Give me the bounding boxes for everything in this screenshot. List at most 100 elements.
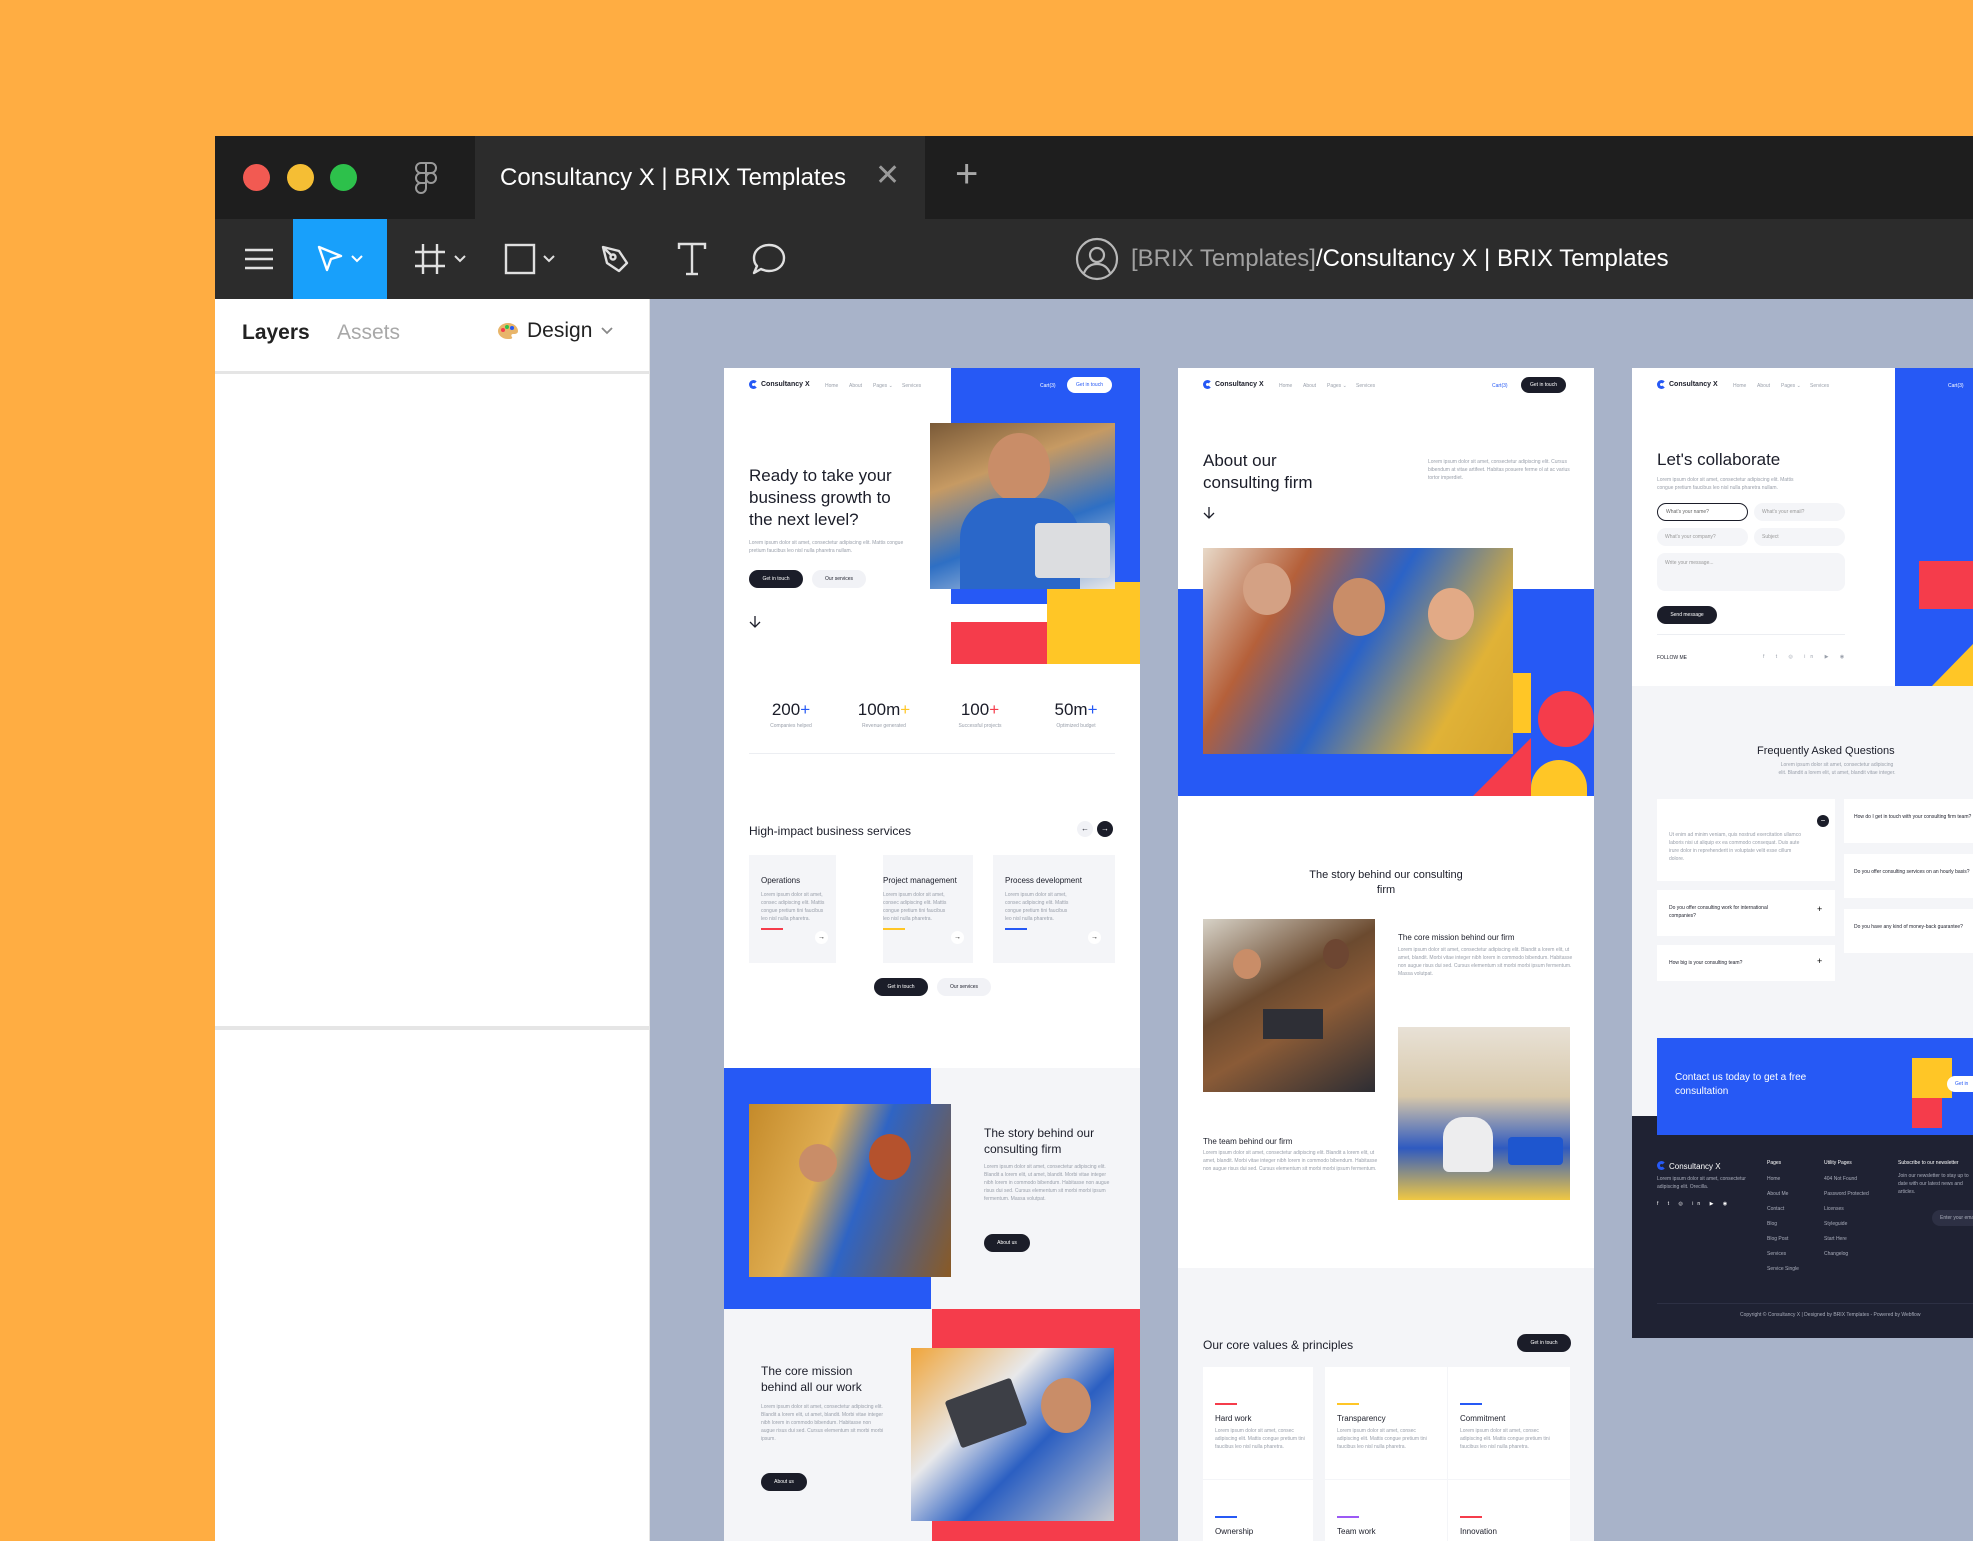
footer-link[interactable]: Contact [1767, 1206, 1827, 1221]
service-arrow-button[interactable]: → [815, 931, 828, 944]
nav-home[interactable]: Home [1279, 383, 1292, 389]
footer-link[interactable]: Services [1767, 1251, 1827, 1266]
avatar-icon[interactable] [1075, 237, 1119, 281]
close-window-button[interactable] [243, 164, 270, 191]
file-tab-title: Consultancy X | BRIX Templates [500, 164, 846, 191]
cta-banner: Contact us today to get a free consultat… [1657, 1038, 1973, 1135]
service-arrow-button[interactable]: → [1088, 931, 1101, 944]
services-secondary-button[interactable]: Our services [937, 978, 991, 996]
main-menu-button[interactable] [229, 219, 289, 299]
next-arrow-button[interactable]: → [1097, 821, 1113, 837]
faq-item[interactable]: Do you offer consulting services on an h… [1844, 854, 1973, 898]
footer-link[interactable]: Styleguide [1824, 1221, 1889, 1236]
services-primary-button[interactable]: Get in touch [874, 978, 928, 996]
expand-icon[interactable]: + [1817, 904, 1822, 914]
name-field[interactable]: What's your name? [1657, 503, 1748, 521]
company-field[interactable]: What's your company? [1657, 528, 1748, 546]
nav-about[interactable]: About [1757, 383, 1770, 389]
nav-about[interactable]: About [1303, 383, 1316, 389]
nav-home[interactable]: Home [1733, 383, 1746, 389]
nav-pages[interactable]: Pages ⌄ [873, 383, 893, 389]
nav-services[interactable]: Services [902, 383, 921, 389]
footer-link[interactable]: Password Protected [1824, 1191, 1889, 1206]
breadcrumb-team[interactable]: [BRIX Templates] [1131, 245, 1316, 272]
photo-sofa [1508, 1137, 1563, 1165]
footer-utility-list: 404 Not Found Password Protected License… [1824, 1176, 1889, 1266]
footer-social-icons[interactable]: f t ◎ in ▶ ◉ [1657, 1201, 1731, 1207]
frame-home[interactable]: Consultancy X Home About Pages ⌄ Service… [724, 368, 1140, 1541]
pen-tool-button[interactable] [585, 219, 645, 299]
footer-link[interactable]: Blog Post [1767, 1236, 1827, 1251]
newsletter-email-input[interactable]: Enter your email [1932, 1210, 1973, 1226]
service-card-text: Lorem ipsum dolor sit amet, consec adipi… [761, 892, 825, 922]
nav-about[interactable]: About [849, 383, 862, 389]
subject-select[interactable]: Subject [1754, 528, 1845, 546]
values-cta-button[interactable]: Get in touch [1517, 1334, 1571, 1352]
service-card[interactable]: Operations Lorem ipsum dolor sit amet, c… [749, 855, 836, 963]
nav-cart[interactable]: Cart(3) [1948, 383, 1964, 389]
footer-link[interactable]: 404 Not Found [1824, 1176, 1889, 1191]
mission-photo-laptop [944, 1377, 1028, 1449]
nav-cta-button[interactable]: Get in touch [1521, 377, 1566, 393]
text-tool-button[interactable] [662, 219, 722, 299]
footer-link[interactable]: Service Single [1767, 1266, 1827, 1281]
prev-arrow-button[interactable]: ← [1077, 821, 1093, 837]
nav-cta-button[interactable]: Get in touch [1067, 377, 1112, 393]
message-field[interactable]: Write your message... [1657, 553, 1845, 591]
send-message-button[interactable]: Send message [1657, 606, 1717, 624]
faq-item[interactable]: Do you offer consulting work for interna… [1657, 890, 1835, 936]
faq-item-open[interactable]: − Ut enim ad minim veniam, quis nostrud … [1657, 799, 1835, 881]
figma-logo-icon[interactable] [415, 162, 437, 194]
story-photo-face [799, 1144, 837, 1182]
footer-link[interactable]: Licenses [1824, 1206, 1889, 1221]
nav-services[interactable]: Services [1810, 383, 1829, 389]
faq-item[interactable]: How do I get in touch with your consulti… [1844, 799, 1973, 843]
nav-home[interactable]: Home [825, 383, 838, 389]
cta-button[interactable]: Get in [1947, 1076, 1973, 1092]
new-tab-button[interactable]: + [955, 152, 978, 197]
frame-contact[interactable]: Consultancy X Home About Pages ⌄ Service… [1632, 368, 1973, 1338]
close-tab-icon[interactable]: ✕ [875, 158, 900, 193]
file-tab[interactable]: Consultancy X | BRIX Templates ✕ [475, 136, 925, 219]
service-card[interactable]: Process development Lorem ipsum dolor si… [993, 855, 1115, 963]
nav-pages[interactable]: Pages ⌄ [1327, 383, 1347, 389]
service-card[interactable]: Project management Lorem ipsum dolor sit… [883, 855, 973, 963]
canvas[interactable]: Consultancy X Home About Pages ⌄ Service… [650, 299, 1973, 1541]
faq-question: How big is your consulting team? [1669, 960, 1743, 966]
email-field[interactable]: What's your email? [1754, 503, 1845, 521]
story-photo-face-2 [869, 1134, 911, 1180]
maximize-window-button[interactable] [330, 164, 357, 191]
footer-link[interactable]: About Me [1767, 1191, 1827, 1206]
service-arrow-button[interactable]: → [951, 931, 964, 944]
hero-primary-button[interactable]: Get in touch [749, 570, 803, 588]
nav-pages[interactable]: Pages ⌄ [1781, 383, 1801, 389]
nav-cart[interactable]: Cart(3) [1040, 383, 1056, 389]
shape-tool-button[interactable] [495, 219, 565, 299]
arrow-down-icon[interactable] [749, 615, 761, 629]
footer-link[interactable]: Home [1767, 1176, 1827, 1191]
design-dropdown[interactable]: Design [497, 319, 614, 343]
footer-link[interactable]: Changelog [1824, 1251, 1889, 1266]
arrow-down-icon[interactable] [1203, 506, 1215, 520]
footer-link[interactable]: Start Here [1824, 1236, 1889, 1251]
contact-yellow-triangle [1932, 644, 1973, 686]
nav-services[interactable]: Services [1356, 383, 1375, 389]
tab-layers[interactable]: Layers [242, 321, 310, 345]
faq-item[interactable]: Do you have any kind of money-back guara… [1844, 909, 1973, 953]
hero-secondary-button[interactable]: Our services [812, 570, 866, 588]
nav-cart[interactable]: Cart(3) [1492, 383, 1508, 389]
move-tool-button[interactable] [293, 219, 387, 299]
frame-about[interactable]: Consultancy X Home About Pages ⌄ Service… [1178, 368, 1594, 1541]
social-icons[interactable]: f t ◎ in ▶ ◉ [1763, 654, 1849, 660]
mission-button[interactable]: About us [761, 1473, 807, 1491]
expand-icon[interactable]: + [1817, 956, 1822, 966]
faq-item[interactable]: How big is your consulting team? + [1657, 945, 1835, 981]
tab-assets[interactable]: Assets [337, 321, 400, 345]
comment-tool-button[interactable] [739, 219, 799, 299]
story-button[interactable]: About us [984, 1234, 1030, 1252]
minimize-window-button[interactable] [287, 164, 314, 191]
collapse-icon[interactable]: − [1817, 815, 1829, 827]
breadcrumb-file[interactable]: /Consultancy X | BRIX Templates [1316, 245, 1669, 272]
footer-link[interactable]: Blog [1767, 1221, 1827, 1236]
frame-tool-button[interactable] [405, 219, 475, 299]
